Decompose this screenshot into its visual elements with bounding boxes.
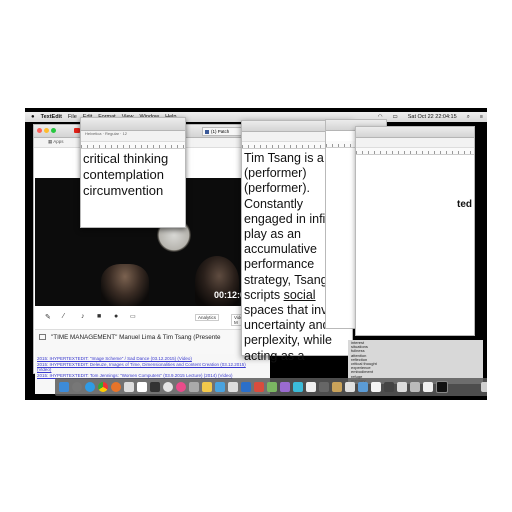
apps-label: Apps (53, 139, 64, 144)
video-controls: ✎ ⁄ ♪ ■ ● ▭ Analytics Video M (35, 307, 252, 330)
firefox-icon[interactable] (111, 382, 121, 392)
close-traffic-icon[interactable] (37, 128, 42, 133)
app-icon[interactable] (306, 382, 316, 392)
zoom-traffic-icon[interactable] (51, 128, 56, 133)
right-partial-text: ted (457, 199, 472, 210)
small-window-titlebar (81, 118, 185, 131)
safari-icon[interactable] (85, 382, 95, 392)
bookmarks-apps[interactable]: ▦ Apps (48, 139, 64, 145)
info-icon[interactable]: ● (114, 313, 118, 320)
app-icon[interactable] (410, 382, 420, 392)
chrome-icon[interactable] (98, 382, 108, 392)
launchpad-icon[interactable] (72, 382, 82, 392)
app-icon[interactable] (254, 382, 264, 392)
app-icon[interactable] (332, 382, 342, 392)
facebook-icon (205, 130, 209, 134)
list-icon[interactable]: ≡ (480, 114, 483, 121)
small-note-body[interactable]: critical thinking contemplation circumve… (81, 149, 185, 201)
calendar-icon[interactable] (137, 382, 147, 392)
note-line: contemplation (83, 167, 164, 182)
video-page-icon (39, 334, 46, 340)
note-line: critical thinking (83, 151, 169, 166)
app-icon[interactable] (202, 382, 212, 392)
app-icon[interactable] (345, 382, 355, 392)
right-window-ruler (356, 148, 474, 155)
app-icon[interactable] (423, 382, 433, 392)
mail-icon[interactable] (124, 382, 134, 392)
trash-icon[interactable] (481, 382, 487, 392)
pencil-icon[interactable]: ✎ (45, 313, 51, 321)
app-icon[interactable] (384, 382, 394, 392)
right-window-toolbar (356, 138, 474, 148)
cc-icon[interactable]: ▭ (130, 313, 136, 320)
right-window-titlebar (356, 127, 474, 138)
menu-app-name[interactable]: TextEdit (41, 114, 62, 120)
app-icon[interactable] (267, 382, 277, 392)
app-icon[interactable] (215, 382, 225, 392)
finder-icon[interactable] (59, 382, 69, 392)
menu-clock[interactable]: Sat Oct 22 22:04:15 (408, 114, 457, 121)
desktop-screen: ● TextEdit File Edit Format View Window … (25, 108, 487, 400)
app-icon[interactable] (189, 382, 199, 392)
small-window-ruler (81, 142, 185, 149)
app-icon[interactable] (241, 382, 251, 392)
app-icon[interactable] (358, 382, 368, 392)
battery-icon[interactable]: ▭ (393, 114, 398, 121)
app-icon[interactable] (397, 382, 407, 392)
note-underlined-word: social (283, 287, 316, 302)
photos-icon[interactable] (163, 382, 173, 392)
analytics-button[interactable]: Analytics (195, 314, 220, 321)
browser-tab-label: (1) Patch (211, 129, 230, 134)
comment-icon[interactable]: ■ (97, 313, 101, 320)
itunes-icon[interactable] (176, 382, 186, 392)
app-icon[interactable] (228, 382, 238, 392)
spotlight-icon[interactable]: ⌕ (467, 114, 470, 121)
app-icon[interactable] (293, 382, 303, 392)
link-item[interactable]: 2015: IHYPERTEXTEDIT: Deleuze, Images of… (37, 362, 268, 368)
app-icon[interactable] (280, 382, 290, 392)
app-icon[interactable] (319, 382, 329, 392)
app-icon[interactable] (150, 382, 160, 392)
textedit-window-right: ted (355, 126, 475, 336)
apps-grid-icon: ▦ (48, 139, 53, 144)
music-icon[interactable]: ♪ (81, 313, 85, 320)
video-title-bar: "TIME MANAGEMENT" Manuel Lima & Tim Tsan… (35, 330, 263, 354)
performer-left (101, 264, 149, 306)
video-title[interactable]: "TIME MANAGEMENT" Manuel Lima & Tim Tsan… (51, 334, 221, 341)
note-line: circumvention (83, 183, 164, 198)
wand-icon[interactable]: ⁄ (63, 313, 64, 320)
app-icon[interactable] (436, 381, 448, 393)
textedit-window-small: Helvetica · Regular · 12 critical thinki… (80, 117, 186, 228)
small-window-toolbar: Helvetica · Regular · 12 (81, 131, 185, 142)
menu-file[interactable]: File (68, 114, 77, 120)
minimize-traffic-icon[interactable] (44, 128, 49, 133)
dock (55, 378, 487, 396)
app-icon[interactable] (371, 382, 381, 392)
apple-menu-icon[interactable]: ● (31, 114, 35, 120)
